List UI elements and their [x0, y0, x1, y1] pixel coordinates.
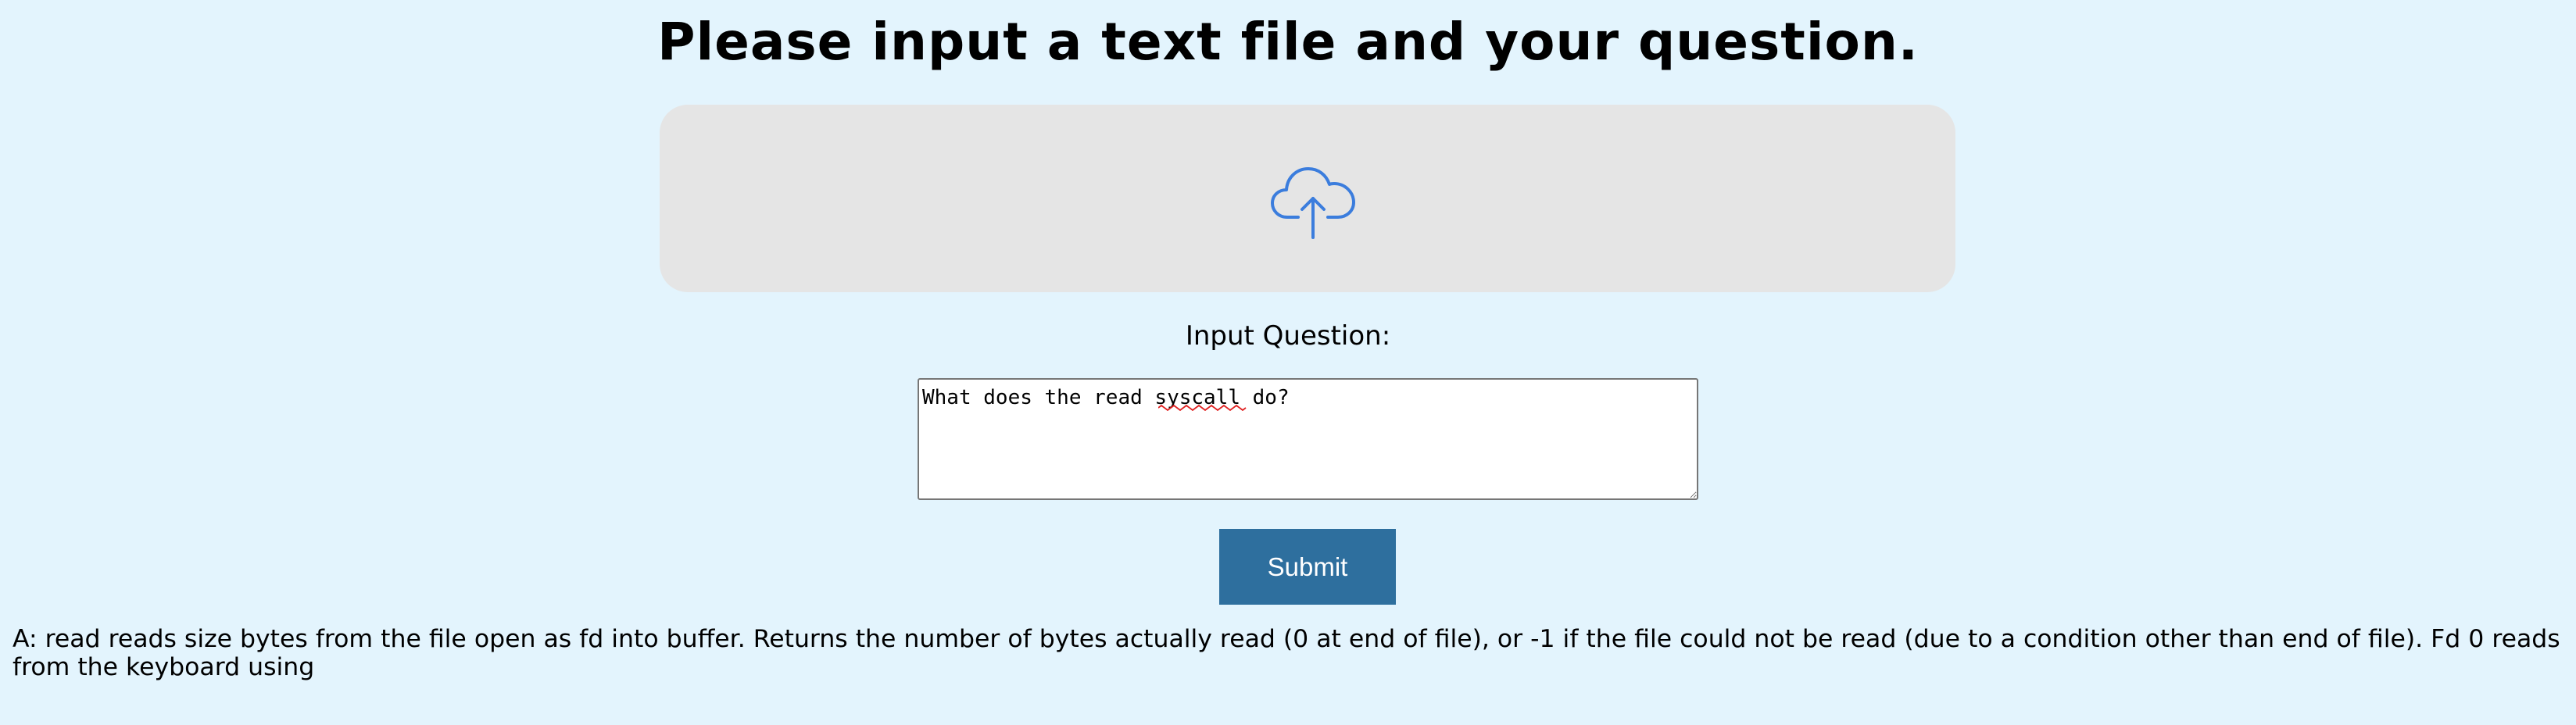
file-upload-dropzone[interactable] — [660, 105, 1955, 292]
submit-button[interactable]: Submit — [1219, 529, 1396, 605]
question-input[interactable]: What does the read syscall do? — [918, 378, 1698, 500]
cloud-upload-icon — [1271, 167, 1355, 239]
answer-text: A: read reads size bytes from the file o… — [13, 625, 2560, 681]
question-label: Input Question: — [1185, 320, 1391, 352]
page-title: Please input a text file and your questi… — [657, 12, 1919, 72]
